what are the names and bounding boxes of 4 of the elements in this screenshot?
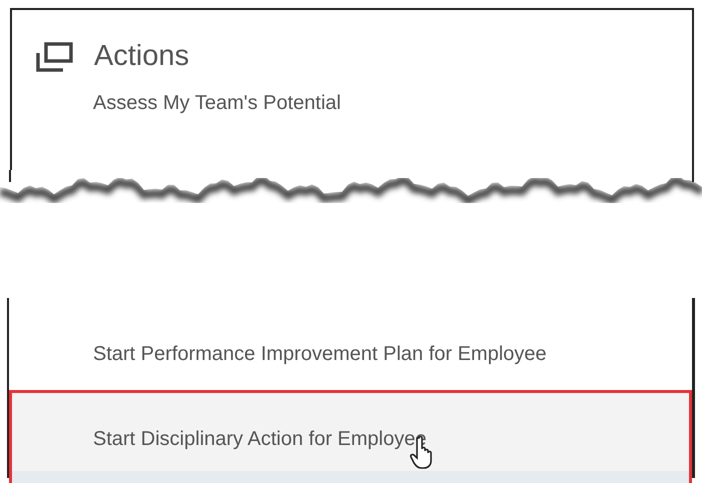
section-title: Actions [94,40,190,73]
action-item[interactable]: Assess My Team's Potential [12,73,692,133]
windows-icon [34,40,74,72]
action-item[interactable]: Start Performance Improvement Plan for Employee [9,318,692,390]
